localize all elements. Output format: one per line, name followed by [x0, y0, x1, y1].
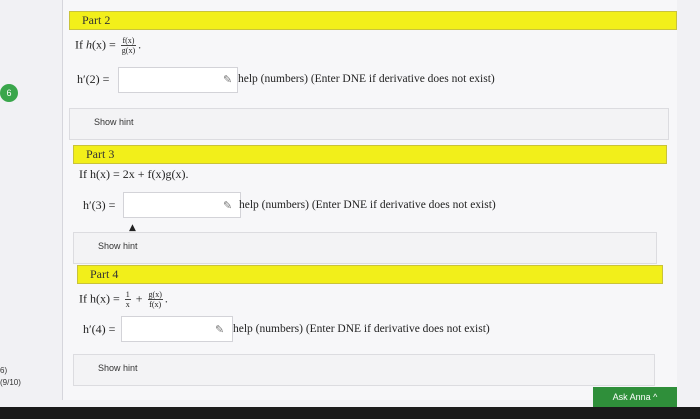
pencil-icon[interactable]: ✎: [223, 199, 232, 212]
part-4-equation: If h(x) = 1x + g(x) f(x).: [79, 290, 168, 309]
part-2-question-label: h′(2) =: [77, 72, 110, 86]
show-hint-button[interactable]: Show hint: [98, 241, 138, 251]
fraction-numerator: f(x): [120, 36, 137, 46]
part-2-equation: If h(x) = f(x) g(x).: [75, 36, 141, 55]
eq-tail: .: [138, 37, 142, 52]
page: 6 6) (9/10) Part 2 If h(x) = f(x) g(x). h…: [0, 0, 700, 419]
part-3-equation: If h(x) = 2x + f(x)g(x).: [79, 167, 189, 181]
eq-prefix: If: [75, 37, 86, 52]
part-2-answer-input[interactable]: [118, 67, 238, 93]
eq-equals: =: [106, 37, 119, 52]
problem-number-badge: 6: [0, 84, 18, 102]
part-3-hint-box[interactable]: Show hint: [73, 232, 657, 264]
fraction-denominator: g(x): [121, 46, 136, 55]
fraction-2: g(x) f(x): [147, 290, 163, 309]
eq-plus: +: [132, 291, 146, 306]
pencil-icon[interactable]: ✎: [215, 323, 224, 336]
part-2-header: Part 2: [69, 11, 677, 30]
part-3-title: Part 3: [86, 147, 115, 161]
mouse-cursor-icon: ▲: [129, 223, 136, 233]
score-label: (9/10): [0, 378, 21, 387]
show-hint-button[interactable]: Show hint: [98, 363, 138, 373]
bottom-strip: [0, 407, 700, 419]
part-4-header: Part 4: [77, 265, 663, 284]
eq-tail: .: [164, 291, 168, 306]
fraction-denominator: f(x): [149, 300, 162, 309]
eq-var: (x): [92, 37, 106, 52]
part-4-hint-box[interactable]: Show hint: [73, 354, 655, 386]
part-3-header: Part 3: [73, 145, 667, 164]
ask-anna-button[interactable]: Ask Anna ^: [593, 387, 677, 407]
problem-panel: Part 2 If h(x) = f(x) g(x). h′(2) = ✎ hel…: [62, 0, 677, 400]
fraction: f(x) g(x): [120, 36, 137, 55]
pencil-icon[interactable]: ✎: [223, 73, 232, 86]
part-2-help-link[interactable]: help (numbers) (Enter DNE if derivative …: [238, 73, 495, 85]
part-3-help-link[interactable]: help (numbers) (Enter DNE if derivative …: [239, 199, 496, 211]
score-prefix: 6): [0, 366, 8, 375]
show-hint-button[interactable]: Show hint: [94, 117, 134, 127]
part-4-question-label: h′(4) =: [83, 322, 116, 336]
fraction-numerator: 1: [124, 290, 131, 300]
part-4-title: Part 4: [90, 267, 119, 281]
part-2-title: Part 2: [82, 13, 111, 27]
fraction-numerator: g(x): [147, 290, 163, 300]
part-4-help-link[interactable]: help (numbers) (Enter DNE if derivative …: [233, 323, 490, 335]
fraction-1: 1x: [124, 290, 131, 309]
fraction-denominator: x: [125, 300, 130, 309]
part-2-hint-box[interactable]: Show hint: [69, 108, 669, 140]
eq-prefix: If h(x) =: [79, 291, 123, 306]
part-3-question-label: h′(3) =: [83, 198, 116, 212]
